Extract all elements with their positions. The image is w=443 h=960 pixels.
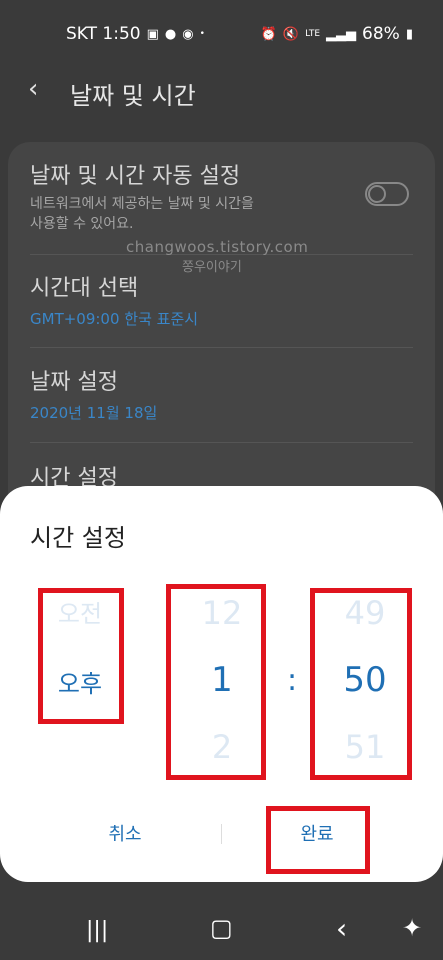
ampm-highlight-box [38, 588, 124, 724]
hour-highlight-box [166, 584, 266, 780]
watermark-url: changwoos.tistory.com [126, 238, 309, 256]
done-highlight-box [266, 806, 370, 874]
watermark-name: 쫑우이야기 [182, 260, 242, 275]
divider [30, 442, 413, 443]
navigation-bar: ||| ▢ ‹ ✦ [0, 900, 443, 960]
auto-datetime-subtitle-2: 사용할 수 있어요. [30, 216, 134, 232]
date-row[interactable]: 날짜 설정 2020년 11월 18일 [8, 364, 435, 423]
divider [30, 347, 413, 348]
image-icon: ▣ [146, 26, 159, 42]
signal-icon: ▂▃▅ [326, 26, 357, 42]
timezone-value: GMT+09:00 한국 표준시 [30, 310, 199, 328]
back-icon[interactable]: ‹ [28, 76, 38, 102]
time-picker-dialog: 시간 설정 오전 오후 12 1 2 : 49 50 51 취소 완료 [0, 486, 443, 882]
status-left: SKT 1:50 ▣ ● ◉ • [66, 24, 205, 44]
dot-icon: • [199, 28, 205, 39]
page-title: 날짜 및 시간 [70, 82, 196, 110]
minute-highlight-box [310, 588, 412, 780]
time-separator: : [287, 663, 298, 698]
lte-icon: LTE [305, 28, 321, 39]
accessibility-icon[interactable]: ✦ [402, 914, 422, 942]
talk-icon: ◉ [182, 26, 194, 42]
chat-icon: ● [164, 26, 177, 42]
app-bar: ‹ 날짜 및 시간 [0, 66, 443, 122]
back-nav-icon[interactable]: ‹ [336, 912, 347, 945]
battery-percent: 68% [362, 24, 400, 44]
action-divider [221, 824, 222, 844]
battery-icon: ▮ [405, 26, 413, 42]
alarm-icon: ⏰ [260, 26, 277, 42]
carrier-time: SKT 1:50 [66, 24, 141, 44]
timezone-row[interactable]: 시간대 선택 GMT+09:00 한국 표준시 [8, 270, 435, 329]
home-icon[interactable]: ▢ [210, 914, 233, 942]
cancel-button[interactable]: 취소 [80, 820, 170, 846]
date-title: 날짜 설정 [30, 370, 118, 395]
mute-icon: 🔇 [282, 26, 300, 42]
auto-datetime-toggle[interactable] [365, 182, 409, 206]
status-right: ⏰ 🔇 LTE ▂▃▅ 68% ▮ [261, 24, 413, 44]
recent-apps-icon[interactable]: ||| [86, 918, 108, 943]
status-bar: SKT 1:50 ▣ ● ◉ • ⏰ 🔇 LTE ▂▃▅ 68% ▮ [0, 0, 443, 66]
date-value: 2020년 11월 18일 [30, 404, 158, 422]
dialog-title: 시간 설정 [30, 524, 126, 552]
